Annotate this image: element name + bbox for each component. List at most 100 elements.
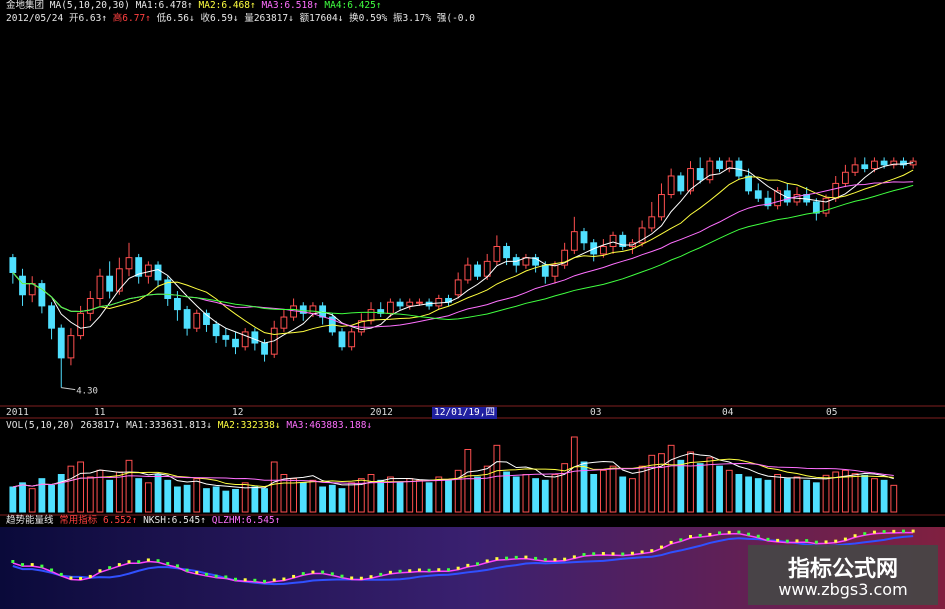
- volume-bar: [416, 479, 423, 513]
- trend-marker: [30, 563, 34, 567]
- volume-value: 量263817↓: [244, 13, 294, 24]
- trend-marker: [601, 552, 605, 556]
- stock-name: 金地集团: [6, 0, 45, 11]
- cursor-date-box: 12/01/19,四: [432, 407, 497, 419]
- volume-bar: [106, 479, 114, 513]
- trend-marker: [379, 572, 383, 576]
- indicator-header: 趋势能量线 常用指标 6.552↑ NKSH:6.545↑ QLZHM:6.54…: [6, 515, 280, 527]
- volume-bar: [774, 474, 782, 513]
- trend-marker: [11, 560, 15, 563]
- candle-body: [251, 331, 259, 344]
- candle-body: [474, 264, 481, 277]
- candle-body: [551, 264, 559, 277]
- candle-body: [609, 234, 617, 248]
- trend-marker: [253, 578, 257, 582]
- volume-bar: [658, 453, 665, 513]
- trend-marker: [698, 533, 702, 537]
- volume-bar: [261, 488, 268, 513]
- volume-bar: [812, 482, 820, 513]
- candle-body: [222, 335, 230, 340]
- trend-marker: [350, 576, 354, 580]
- candle-body: [832, 182, 840, 199]
- trend-marker: [427, 568, 431, 572]
- volume-bar: [48, 484, 55, 513]
- volume-bar: [706, 457, 714, 513]
- trend-marker: [185, 568, 189, 572]
- candle-body: [493, 246, 501, 262]
- trend-marker: [543, 558, 547, 562]
- candle-body: [77, 312, 85, 337]
- candle-body: [386, 301, 394, 314]
- trend-marker: [466, 563, 470, 567]
- volume-bar: [464, 449, 472, 513]
- trend-marker: [534, 556, 538, 560]
- candle-body: [658, 194, 665, 218]
- volume-bar: [445, 479, 452, 513]
- trend-marker: [911, 529, 915, 533]
- volume-bar: [338, 488, 346, 513]
- trend-marker: [50, 568, 54, 572]
- volume-bar: [96, 469, 104, 513]
- high-value: 高6.77↑: [112, 13, 151, 24]
- trend-marker: [127, 560, 131, 564]
- volume-bar: [183, 484, 191, 513]
- candle-body: [144, 264, 152, 277]
- trend-marker: [727, 530, 731, 534]
- volume-bar: [851, 473, 859, 513]
- open-value: 开6.63↑: [68, 13, 108, 24]
- candle-body: [125, 257, 133, 270]
- indicator-label[interactable]: 常用指标: [59, 515, 97, 526]
- candle-body: [677, 175, 685, 192]
- x-label-12: 12: [232, 407, 244, 418]
- candle-body: [212, 323, 220, 337]
- trend-marker: [630, 551, 634, 555]
- volume-bar: [425, 482, 433, 513]
- trend-marker: [175, 564, 179, 568]
- candle-body: [106, 275, 114, 292]
- trend-marker: [98, 569, 102, 573]
- candle-body: [667, 175, 675, 196]
- candle-body: [880, 160, 888, 166]
- volume-bar: [754, 478, 762, 513]
- trend-marker: [340, 574, 344, 578]
- candle-body: [754, 190, 762, 199]
- trend-marker: [156, 559, 160, 563]
- trend-marker: [108, 566, 112, 570]
- candle-body: [96, 275, 104, 299]
- volume-bar: [648, 454, 656, 513]
- candle-body: [367, 309, 375, 322]
- ma-params: MA(5,10,20,30): [49, 0, 130, 11]
- candle-body: [309, 305, 317, 314]
- volume-bar: [725, 469, 733, 513]
- trend-marker: [679, 538, 683, 542]
- candle-body: [464, 264, 472, 281]
- trend-marker: [737, 530, 741, 534]
- trend-marker: [204, 572, 208, 576]
- vol-params: VOL(5,10,20): [6, 420, 75, 431]
- volume-bar: [619, 476, 627, 513]
- candle-body: [67, 335, 75, 359]
- candle-body: [435, 297, 443, 307]
- volume-bar: [503, 471, 510, 513]
- trend-marker: [282, 577, 286, 581]
- candle-body: [174, 297, 181, 311]
- candle-body: [38, 283, 46, 307]
- volume-bar: [803, 479, 811, 513]
- watermark-title: 指标公式网: [787, 557, 898, 582]
- turnover-value: 换0.59%: [349, 13, 388, 24]
- volume-bar: [67, 465, 75, 513]
- watermark-url: www.zbgs3.com: [778, 580, 908, 599]
- candle-body: [745, 175, 752, 192]
- volume-bar: [861, 474, 869, 513]
- volume-bar: [86, 476, 94, 513]
- trend-marker: [166, 562, 170, 566]
- trend-marker: [611, 552, 615, 556]
- candle-body: [232, 338, 239, 348]
- low-value: 低6.56↓: [156, 13, 195, 24]
- volume-bar: [9, 486, 17, 513]
- volume-bar: [590, 474, 598, 513]
- price-header-line2: 2012/05/24 开6.63↑ 高6.77↑ 低6.56↓ 收6.59↓ 量…: [6, 13, 475, 25]
- volume-bar: [125, 459, 133, 513]
- trend-marker: [863, 532, 867, 536]
- volume-bar: [667, 444, 675, 513]
